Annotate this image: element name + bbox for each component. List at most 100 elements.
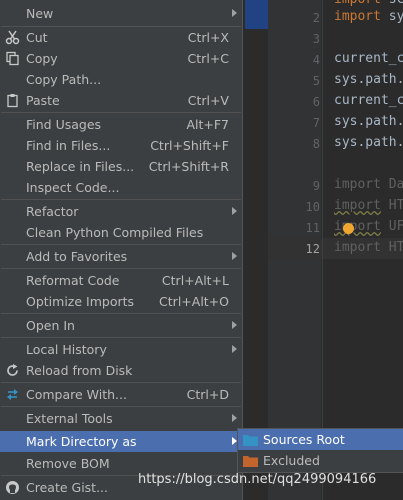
menu-item-copy-path[interactable]: Copy Path... [0, 69, 242, 90]
menu-item-label: Paste [26, 93, 60, 108]
code-text: HT [380, 240, 403, 255]
code-line[interactable]: import HT [334, 240, 403, 255]
menu-item-cut[interactable]: Cut Ctrl+X [0, 27, 242, 48]
line-number: 8 [312, 137, 320, 151]
menu-item-clean-python-compiled[interactable]: Clean Python Compiled Files [0, 222, 242, 243]
menu-separator [1, 313, 241, 314]
menu-item-mark-directory-as[interactable]: Mark Directory as [0, 431, 242, 452]
menu-item-copy[interactable]: Copy Ctrl+C [0, 48, 242, 69]
code-line[interactable]: sys.path. [334, 72, 403, 87]
menu-item-label: Reload from Disk [26, 363, 133, 378]
menu-item-add-to-favorites[interactable]: Add to Favorites [0, 246, 242, 267]
menu-item-label: Mark Directory as [26, 434, 137, 449]
code-text: current_c [334, 51, 403, 66]
menu-item-compare-with[interactable]: Compare With... Ctrl+D [0, 384, 242, 405]
intention-bulb-icon[interactable] [343, 223, 354, 234]
menu-item-label: Open In [26, 318, 75, 333]
menu-item-find-in-files[interactable]: Find in Files... Ctrl+Shift+F [0, 135, 242, 156]
code-line[interactable]: sys.path. [334, 135, 403, 150]
menu-item-optimize-imports[interactable]: Optimize Imports Ctrl+Alt+O [0, 291, 242, 312]
menu-item-reload-from-disk[interactable]: Reload from Disk [0, 360, 242, 381]
line-number: 11 [305, 221, 320, 235]
menu-item-shortcut: Ctrl+Shift+R [148, 159, 229, 174]
menu-item-shortcut: Ctrl+Alt+O [159, 294, 229, 309]
menu-item-external-tools[interactable]: External Tools [0, 408, 242, 429]
menu-item-paste[interactable]: Paste Ctrl+V [0, 90, 242, 111]
menu-item-local-history[interactable]: Local History [0, 339, 242, 360]
code-keyword: import [334, 9, 381, 24]
code-line[interactable]: import HT [334, 198, 403, 213]
menu-item-shortcut: Ctrl+C [187, 51, 229, 66]
submenu-arrow-icon [232, 252, 237, 260]
line-number: 9 [312, 179, 320, 193]
code-text: current_c [334, 93, 403, 108]
menu-item-label: Remove BOM [26, 456, 110, 471]
menu-item-label: New [26, 6, 54, 21]
menu-separator [1, 406, 241, 407]
line-number-current: 12 [305, 242, 320, 256]
line-number: 3 [312, 32, 320, 46]
mark-directory-submenu: Sources Root Excluded [237, 428, 403, 473]
menu-item-label: Create Gist... [26, 480, 109, 495]
code-text: UF [380, 219, 403, 234]
code-line[interactable]: import Da [334, 177, 403, 192]
menu-item-label: Refactor [26, 204, 79, 219]
menu-separator [1, 112, 241, 113]
sources-folder-icon [243, 435, 258, 446]
code-keyword-unused: import [334, 219, 381, 234]
menu-item-shortcut: Ctrl+Alt+L [161, 273, 229, 288]
line-number: 7 [312, 116, 320, 130]
menu-item-find-usages[interactable]: Find Usages Alt+F7 [0, 114, 242, 135]
menu-item-new[interactable]: New [0, 3, 242, 24]
line-number: 5 [312, 74, 320, 88]
menu-item-open-in[interactable]: Open In [0, 315, 242, 336]
code-text: Da [380, 177, 403, 192]
menu-item-shortcut: Ctrl+V [187, 93, 229, 108]
menu-item-inspect-code[interactable]: Inspect Code... [0, 177, 242, 198]
code-line[interactable]: import sc [334, 0, 403, 7]
menu-item-shortcut: Ctrl+X [187, 30, 229, 45]
menu-item-label: Inspect Code... [26, 180, 120, 195]
menu-item-shortcut: Alt+F7 [186, 117, 229, 132]
menu-item-label: Copy Path... [26, 72, 102, 87]
code-line[interactable]: current_c [334, 51, 403, 66]
menu-separator [1, 199, 241, 200]
submenu-item-label: Sources Root [263, 432, 345, 447]
code-line[interactable]: sys.path. [334, 114, 403, 129]
code-text: sys.path. [334, 135, 403, 150]
line-number: 4 [312, 53, 320, 67]
reload-icon [7, 364, 18, 376]
menu-item-label: Find Usages [26, 117, 102, 132]
code-line[interactable]: import sy [334, 9, 403, 24]
menu-item-remove-bom[interactable]: Remove BOM [0, 453, 242, 474]
code-text: sys.path. [334, 72, 403, 87]
line-number: 10 [305, 200, 320, 214]
code-text: sy [380, 9, 403, 24]
line-number: 6 [312, 95, 320, 109]
menu-item-label: Cut [26, 30, 48, 45]
menu-item-refactor[interactable]: Refactor [0, 201, 242, 222]
menu-item-shortcut: Ctrl+D [186, 387, 229, 402]
submenu-arrow-icon [232, 321, 237, 329]
code-line[interactable]: current_c [334, 93, 403, 108]
submenu-arrow-icon [232, 207, 237, 215]
menu-item-label: Copy [26, 51, 58, 66]
menu-separator [1, 337, 241, 338]
submenu-item-label: Excluded [263, 453, 320, 468]
excluded-folder-icon [243, 456, 258, 467]
menu-item-label: Add to Favorites [26, 249, 128, 264]
context-menu: New Cut Ctrl+X Copy Ctrl+C Copy Path... … [0, 0, 243, 500]
menu-item-replace-in-files[interactable]: Replace in Files... Ctrl+Shift+R [0, 156, 242, 177]
fold-gutter-line [322, 0, 323, 500]
submenu-arrow-icon [232, 9, 237, 17]
code-keyword-unused: import [334, 198, 381, 213]
menu-item-label: Find in Files... [26, 138, 111, 153]
menu-item-label: Replace in Files... [26, 159, 135, 174]
menu-item-shortcut: Ctrl+Shift+F [150, 138, 229, 153]
menu-item-label: Compare With... [26, 387, 127, 402]
submenu-item-excluded[interactable]: Excluded [238, 450, 403, 471]
github-icon [6, 481, 19, 494]
submenu-item-sources-root[interactable]: Sources Root [238, 429, 403, 450]
menu-item-reformat-code[interactable]: Reformat Code Ctrl+Alt+L [0, 270, 242, 291]
code-text: sys.path. [334, 114, 403, 129]
